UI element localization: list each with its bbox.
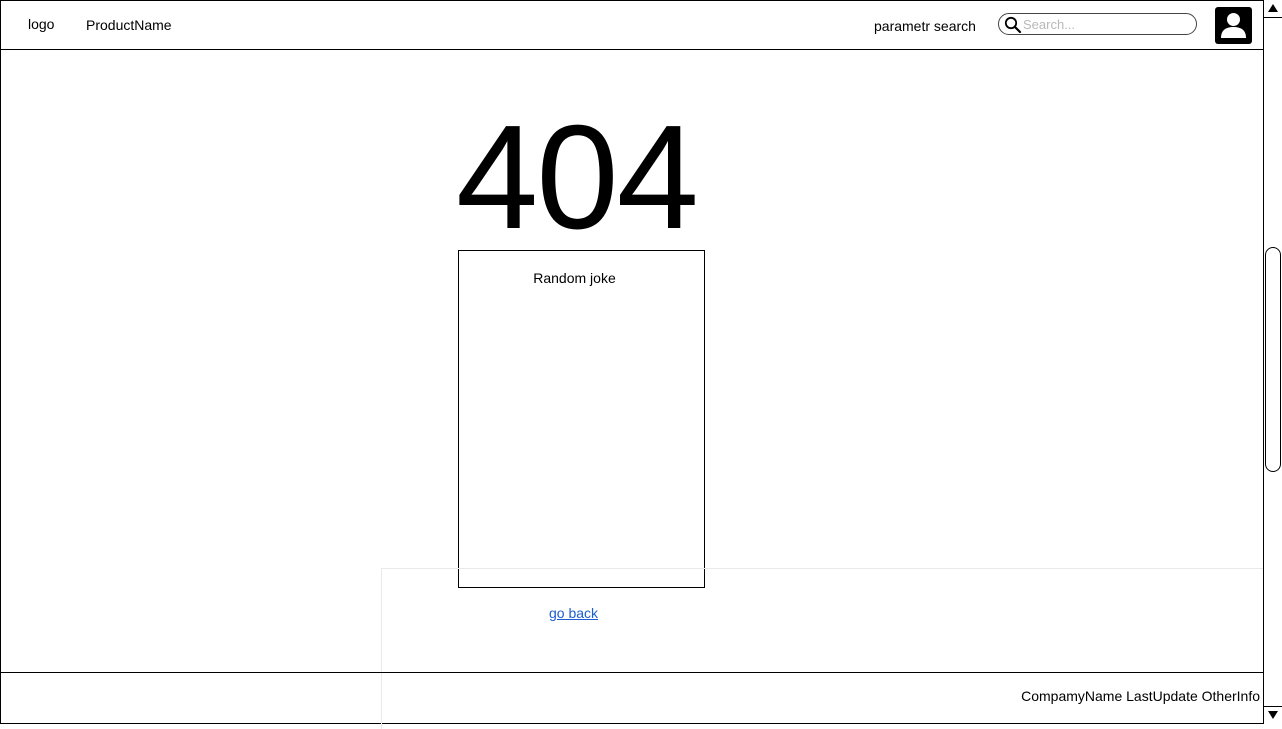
product-name[interactable]: ProductName xyxy=(86,17,172,33)
parameter-search-link[interactable]: parametr search xyxy=(874,18,976,34)
user-avatar-icon xyxy=(1221,13,1246,38)
footer: CompamyName LastUpdate OtherInfo xyxy=(1,672,1263,725)
random-joke-panel: Random joke xyxy=(458,250,705,588)
page-frame: logo ProductName parametr search 404 Ran… xyxy=(0,0,1266,729)
scroll-down-button[interactable] xyxy=(1264,706,1282,724)
arrow-down-icon xyxy=(1268,711,1278,719)
error-code-heading: 404 xyxy=(456,95,699,260)
scroll-thumb[interactable] xyxy=(1265,247,1281,472)
go-back-link[interactable]: go back xyxy=(549,605,598,621)
arrow-up-icon xyxy=(1268,4,1278,12)
scroll-up-button[interactable] xyxy=(1264,0,1282,18)
vertical-scrollbar[interactable] xyxy=(1263,0,1282,724)
footer-info: CompamyName LastUpdate OtherInfo xyxy=(1021,688,1260,704)
search-box[interactable] xyxy=(998,13,1197,35)
logo[interactable]: logo xyxy=(28,16,54,32)
random-joke-title: Random joke xyxy=(533,270,616,286)
user-avatar-button[interactable] xyxy=(1215,7,1252,44)
header: logo ProductName parametr search xyxy=(1,1,1263,50)
search-icon xyxy=(1004,16,1022,34)
search-input[interactable] xyxy=(1023,15,1188,33)
